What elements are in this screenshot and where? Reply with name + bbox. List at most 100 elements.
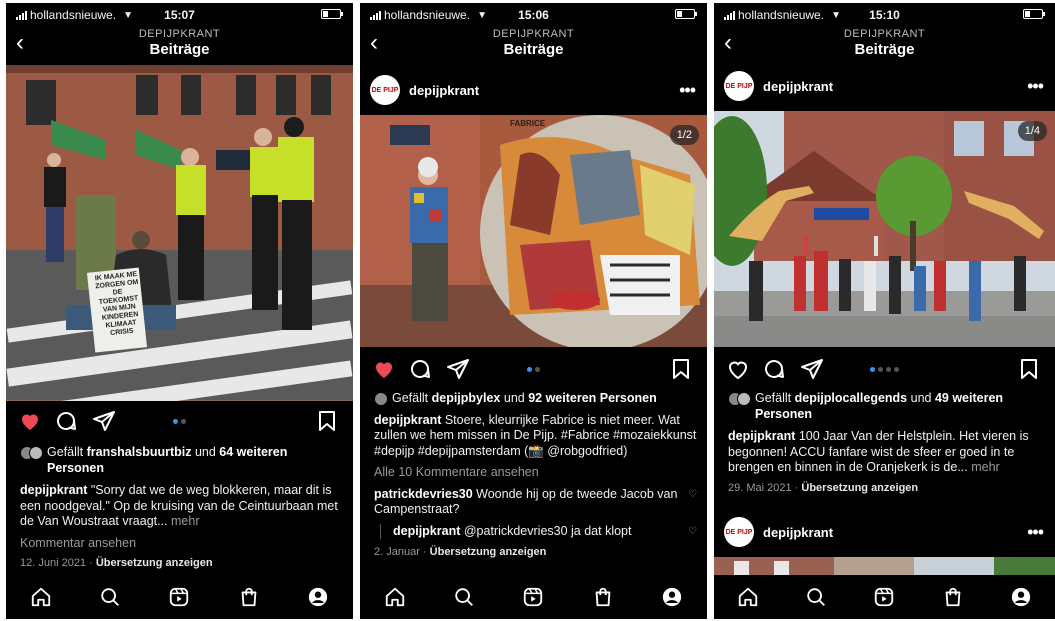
reels-icon[interactable]	[167, 585, 191, 609]
shopping-bag-icon[interactable]	[941, 585, 965, 609]
post-username[interactable]: depijpkrant	[409, 83, 479, 98]
back-chevron-icon[interactable]: ‹	[724, 31, 732, 55]
page-header: ‹ DEPIJPKRANT Beiträge	[360, 25, 707, 63]
carousel-dots	[6, 419, 353, 424]
mosaic-photo-illustration	[360, 115, 707, 347]
reply-username[interactable]: depijpkrant	[393, 524, 460, 538]
status-time: 15:07	[164, 8, 195, 22]
translate-link[interactable]: Übersetzung anzeigen	[801, 482, 918, 494]
protest-sign-text: IK MAAK ME ZORGEN OM DE TOEKOMST VAN MIJ…	[94, 270, 139, 338]
status-bar: hollandsnieuwe. ▼ 15:07	[6, 3, 353, 25]
status-bar: hollandsnieuwe. ▼ 15:10	[714, 3, 1055, 25]
comment-username[interactable]: patrickdevries30	[374, 487, 473, 501]
liker-avatars	[374, 392, 388, 406]
reply-like-heart-icon[interactable]: ♡	[688, 524, 697, 540]
bottom-tab-bar	[6, 575, 353, 619]
likes-line: Gefällt franshalsbuurtbiz und 64 weitere…	[20, 445, 343, 476]
home-icon[interactable]	[383, 585, 407, 609]
profile-icon[interactable]	[660, 585, 684, 609]
likes-line: Gefällt depijpbylex und 92 weiteren Pers…	[374, 391, 697, 407]
account-label: DEPIJPKRANT	[843, 28, 926, 40]
bookmark-icon[interactable]	[315, 409, 339, 433]
back-chevron-icon[interactable]: ‹	[16, 31, 24, 55]
likes-prefix: Gefällt	[47, 445, 87, 459]
profile-icon[interactable]	[306, 585, 330, 609]
post-actions	[714, 349, 1055, 389]
likes-mid: und	[907, 391, 935, 405]
protest-photo-illustration	[6, 65, 353, 401]
post-photo[interactable]: 1/4	[714, 111, 1055, 347]
phone-screen-1: hollandsnieuwe. ▼ 15:07 ‹ DEPIJPKRANT Be…	[6, 3, 353, 619]
search-icon[interactable]	[804, 585, 828, 609]
reels-icon[interactable]	[521, 585, 545, 609]
caption-more-link[interactable]: mehr	[168, 514, 199, 528]
search-icon[interactable]	[98, 585, 122, 609]
battery-icon	[675, 9, 697, 19]
caption-username[interactable]: depijpkrant	[728, 429, 795, 443]
likes-others[interactable]: 92 weiteren Personen	[528, 391, 657, 405]
carousel-counter: 1/2	[669, 125, 699, 145]
likes-user[interactable]: franshalsbuurtbiz	[87, 445, 192, 459]
bottom-tab-bar	[714, 575, 1055, 619]
likes-user[interactable]: depijpbylex	[432, 391, 501, 405]
post-photo[interactable]: IK MAAK ME ZORGEN OM DE TOEKOMST VAN MIJ…	[6, 65, 353, 401]
post-username[interactable]: depijpkrant	[763, 525, 833, 540]
likes-user[interactable]: depijplocallegends	[795, 391, 908, 405]
liker-avatars	[20, 446, 43, 460]
view-all-comments-link[interactable]: Alle 10 Kommentare ansehen	[374, 465, 697, 481]
page-title: Beiträge	[149, 41, 210, 58]
bookmark-icon[interactable]	[1017, 357, 1041, 381]
likes-prefix: Gefällt	[755, 391, 795, 405]
translate-link[interactable]: Übersetzung anzeigen	[430, 546, 547, 558]
reply-text: @patrickdevries30 ja dat klopt	[460, 523, 632, 538]
post-meta: 12. Juni 2021 · Übersetzung anzeigen	[20, 556, 343, 572]
likes-mid: und	[500, 391, 529, 405]
page-header: ‹ DEPIJPKRANT Beiträge	[6, 25, 353, 63]
carousel-dots	[714, 367, 1055, 372]
post-actions	[360, 349, 707, 389]
post-text: Gefällt franshalsbuurtbiz und 64 weitere…	[20, 445, 343, 572]
caption: depijpkrant Stoere, kleurrijke Fabrice i…	[374, 413, 697, 460]
post-meta: 2. Januar · Übersetzung anzeigen	[374, 545, 697, 561]
post-text: Gefällt depijplocallegends und 49 weiter…	[728, 391, 1045, 496]
page-title: Beiträge	[503, 41, 564, 58]
caption: depijpkrant "Sorry dat we de weg blokker…	[20, 483, 343, 530]
post-meta: 29. Mai 2021 · Übersetzung anzeigen	[728, 481, 1045, 497]
translate-link[interactable]: Übersetzung anzeigen	[96, 557, 213, 569]
bookmark-icon[interactable]	[669, 357, 693, 381]
search-icon[interactable]	[452, 585, 476, 609]
caption-username[interactable]: depijpkrant	[20, 483, 87, 497]
more-ellipsis-icon[interactable]: •••	[1027, 522, 1044, 543]
more-ellipsis-icon[interactable]: •••	[679, 80, 696, 101]
caption-more-link[interactable]: mehr	[968, 460, 999, 474]
avatar[interactable]: DE PIJP	[724, 71, 754, 101]
page-header: ‹ DEPIJPKRANT Beiträge	[714, 25, 1055, 63]
home-icon[interactable]	[736, 585, 760, 609]
shopping-bag-icon[interactable]	[237, 585, 261, 609]
account-label: DEPIJPKRANT	[492, 28, 575, 40]
more-ellipsis-icon[interactable]: •••	[1027, 76, 1044, 97]
carousel-counter: 1/4	[1017, 121, 1047, 141]
account-label: DEPIJPKRANT	[138, 28, 221, 40]
profile-icon[interactable]	[1009, 585, 1033, 609]
shopping-bag-icon[interactable]	[591, 585, 615, 609]
reply-row: depijpkrant @patrickdevries30 ja dat klo…	[374, 523, 697, 540]
post-header: DE PIJP depijpkrant •••	[714, 507, 1055, 557]
post-header: DE PIJP depijpkrant •••	[360, 65, 707, 115]
caption-username[interactable]: depijpkrant	[374, 413, 441, 427]
avatar[interactable]: DE PIJP	[370, 75, 400, 105]
avatar[interactable]: DE PIJP	[724, 517, 754, 547]
post-photo[interactable]: FABRICE 1/2	[360, 115, 707, 347]
likes-mid: und	[191, 445, 220, 459]
battery-icon	[1023, 9, 1045, 19]
post-text: Gefällt depijpbylex und 92 weiteren Pers…	[374, 391, 697, 561]
reels-icon[interactable]	[872, 585, 896, 609]
post-username[interactable]: depijpkrant	[763, 79, 833, 94]
home-icon[interactable]	[29, 585, 53, 609]
comment-like-heart-icon[interactable]: ♡	[688, 487, 697, 518]
post-date: 2. Januar	[374, 546, 420, 558]
view-comments-link[interactable]: Kommentar ansehen	[20, 536, 343, 552]
carousel-dots	[360, 367, 707, 372]
post-header: DE PIJP depijpkrant •••	[714, 61, 1055, 111]
back-chevron-icon[interactable]: ‹	[370, 31, 378, 55]
